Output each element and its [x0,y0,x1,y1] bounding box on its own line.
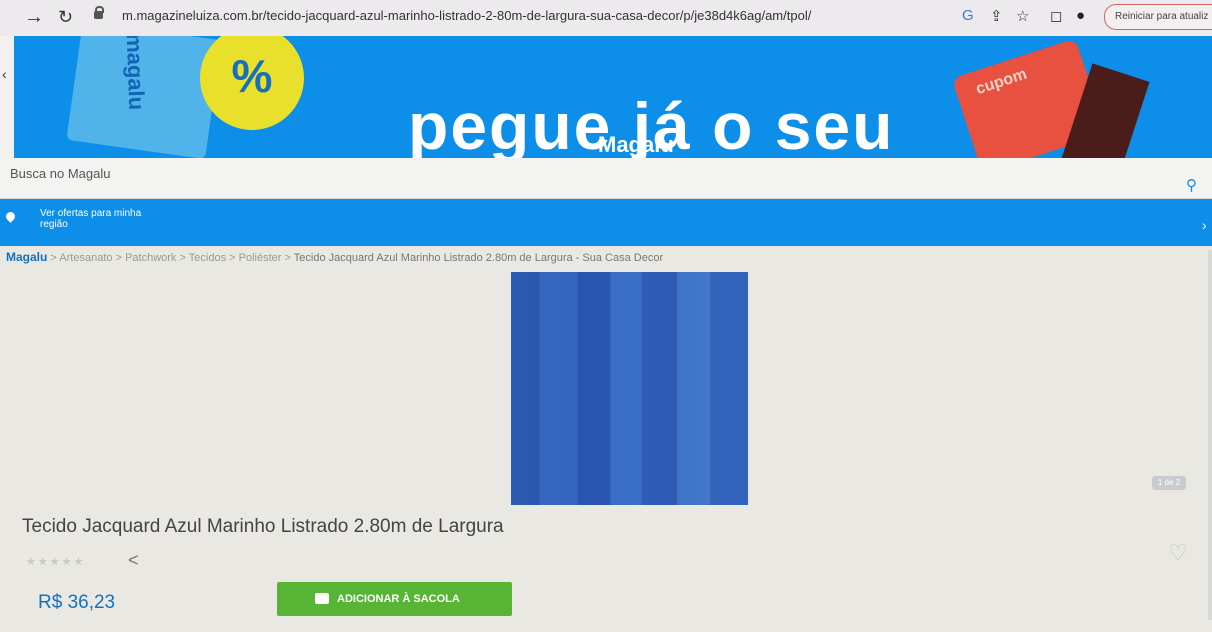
favorite-heart-icon[interactable]: ♡ [1168,540,1188,566]
breadcrumb-item-tecidos[interactable]: Tecidos [189,252,226,264]
tab-search-icon[interactable]: ◻ [1050,7,1062,25]
product-price: R$ 36,23 [38,592,116,613]
breadcrumb-item-poliester[interactable]: Poliéster [239,252,282,264]
rating-stars[interactable]: ★★★★★ [26,555,85,568]
promo-banner[interactable]: magalu % pegue já o seu Magalu cupom ≡ [14,36,1212,158]
location-pin-icon [4,210,17,223]
page-scrollbar[interactable] [1208,250,1212,620]
breadcrumb-current: Tecido Jacquard Azul Marinho Listrado 2.… [293,252,664,264]
share-icon[interactable]: < [128,550,139,571]
product-image[interactable] [511,272,748,505]
back-arrow-icon[interactable]: → [24,6,44,28]
breadcrumb-item-artesanato[interactable]: Artesanato [59,252,112,264]
reload-icon[interactable]: ↻ [58,6,73,28]
share-page-icon[interactable]: ⇪ [990,7,1003,25]
search-icon[interactable]: ⚲ [1186,176,1197,194]
search-input[interactable]: Busca no Magalu [10,166,110,181]
left-edge-panel: ‹ [0,36,14,158]
gallery-counter: 1 de 2 [1152,476,1186,490]
search-bar[interactable]: Busca no Magalu ⚲ [0,158,1212,199]
side-chevron-icon[interactable]: ‹ [2,66,7,82]
breadcrumb-item-patchwork[interactable]: Patchwork [125,252,176,264]
google-icon[interactable]: G [962,7,974,24]
url-text: m.magazineluiza.com.br/tecido-jacquard-a… [122,8,812,23]
profile-avatar-icon[interactable]: ● [1076,7,1085,24]
lock-icon [94,6,104,19]
banner-brand-logo: Magalu [598,132,674,157]
bag-icon [315,593,329,604]
chevron-right-icon: › [1202,217,1207,233]
percent-badge: % [200,36,304,130]
address-bar[interactable]: m.magazineluiza.com.br/tecido-jacquard-a… [90,6,950,30]
location-text[interactable]: Ver ofertas para minha região [40,208,200,230]
location-strip[interactable]: Ver ofertas para minha região › [0,199,1212,246]
add-to-bag-button[interactable]: ADICIONAR À SACOLA [277,582,512,616]
breadcrumb-logo[interactable]: Magalu [6,250,47,264]
add-to-bag-label: ADICIONAR À SACOLA [337,593,460,605]
product-title: Tecido Jacquard Azul Marinho Listrado 2.… [22,516,504,537]
coupon-graphic-left: magalu [66,36,222,158]
breadcrumb: Magalu > Artesanato > Patchwork > Tecido… [6,250,664,264]
restart-update-button[interactable]: Reiniciar para atualiz [1104,4,1212,30]
browser-toolbar: → ↻ m.magazineluiza.com.br/tecido-jacqua… [0,0,1212,37]
bookmark-star-icon[interactable]: ☆ [1016,7,1029,25]
